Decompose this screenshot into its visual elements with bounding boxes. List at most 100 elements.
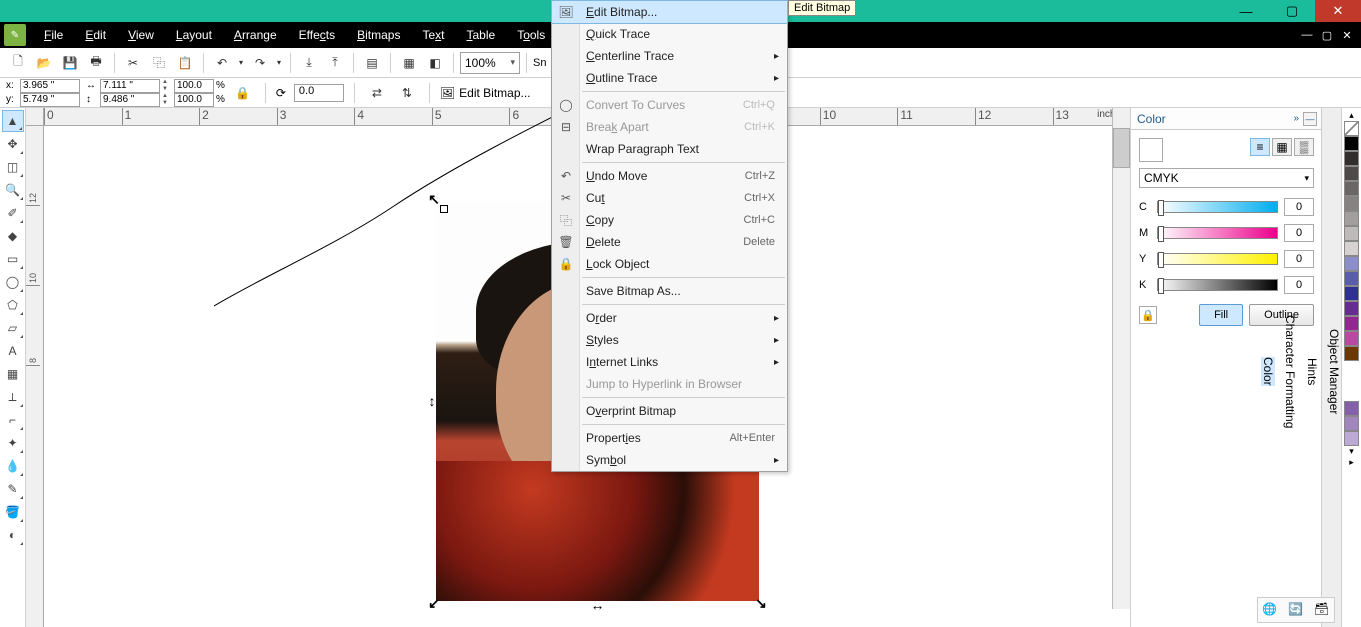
cm-delete[interactable]: 🗑DeleteDelete bbox=[552, 231, 787, 253]
menu-edit[interactable]: Edit bbox=[75, 24, 116, 46]
magenta-slider[interactable] bbox=[1157, 227, 1278, 239]
cm-symbol[interactable]: Symbol▸ bbox=[552, 449, 787, 471]
menu-layout[interactable]: Layout bbox=[166, 24, 222, 46]
width-spinner[interactable]: ▲▼ bbox=[162, 79, 168, 93]
undo-dropdown-icon[interactable]: ▾ bbox=[236, 51, 246, 75]
menu-table[interactable]: Table bbox=[457, 24, 506, 46]
height-input[interactable]: 9.486 " bbox=[100, 93, 160, 107]
docker-expand-icon[interactable]: » bbox=[1293, 113, 1299, 124]
ellipse-tool[interactable]: ◯ bbox=[2, 271, 24, 293]
shape-tool[interactable]: ✥ bbox=[2, 133, 24, 155]
menu-effects[interactable]: Effects bbox=[289, 24, 345, 46]
y-input[interactable]: 5.749 " bbox=[20, 93, 80, 107]
eyedropper-tool[interactable]: 💧 bbox=[2, 455, 24, 477]
cm-properties[interactable]: PropertiesAlt+Enter bbox=[552, 427, 787, 449]
swatch[interactable] bbox=[1344, 271, 1359, 286]
docker-collapse-button[interactable]: — bbox=[1303, 112, 1317, 126]
cyan-slider[interactable] bbox=[1157, 201, 1278, 213]
swatch[interactable] bbox=[1344, 226, 1359, 241]
handle-bottom-right[interactable]: ↘ bbox=[755, 597, 767, 609]
interactive-fill-tool[interactable]: ◐ bbox=[2, 524, 24, 546]
app-launcher-icon[interactable]: ▦ bbox=[397, 51, 421, 75]
magenta-value[interactable]: 0 bbox=[1284, 224, 1314, 242]
freehand-tool[interactable]: ✐ bbox=[2, 202, 24, 224]
menu-text[interactable]: Text bbox=[412, 24, 454, 46]
handle-left[interactable]: ↕ bbox=[426, 395, 438, 407]
menu-view[interactable]: View bbox=[118, 24, 164, 46]
redo-dropdown-icon[interactable]: ▾ bbox=[274, 51, 284, 75]
edit-bitmap-button[interactable]: 🖼 Edit Bitmap... bbox=[440, 86, 531, 100]
menu-tools[interactable]: Tools bbox=[507, 24, 555, 46]
black-slider[interactable] bbox=[1157, 279, 1278, 291]
mirror-v-icon[interactable]: ⇅ bbox=[395, 81, 419, 105]
cm-cut[interactable]: ✂CutCtrl+X bbox=[552, 187, 787, 209]
docker-header[interactable]: Color » — ✕ bbox=[1131, 108, 1341, 130]
tray-web-icon[interactable]: 🌐 bbox=[1262, 602, 1278, 618]
swatch[interactable] bbox=[1344, 301, 1359, 316]
cm-wrap-paragraph-text[interactable]: Wrap Paragraph Text bbox=[552, 138, 787, 160]
publish-pdf-icon[interactable]: ▤ bbox=[360, 51, 384, 75]
cm-copy[interactable]: ⿻CopyCtrl+C bbox=[552, 209, 787, 231]
import-icon[interactable]: ⤓ bbox=[297, 51, 321, 75]
welcome-icon[interactable]: ◧ bbox=[423, 51, 447, 75]
maximize-button[interactable]: ▢ bbox=[1269, 0, 1315, 22]
cm-internet-links[interactable]: Internet Links▸ bbox=[552, 351, 787, 373]
tab-hints[interactable]: Hints bbox=[1305, 358, 1319, 385]
height-spinner[interactable]: ▲▼ bbox=[162, 93, 168, 107]
width-input[interactable]: 7.111 " bbox=[100, 79, 160, 93]
palette-flyout-icon[interactable]: ▸ bbox=[1349, 457, 1354, 468]
mirror-h-icon[interactable]: ⇄ bbox=[365, 81, 389, 105]
swatch[interactable] bbox=[1344, 211, 1359, 226]
pick-tool[interactable]: ▲ bbox=[2, 110, 24, 132]
x-input[interactable]: 3.965 " bbox=[20, 79, 80, 93]
smart-fill-tool[interactable]: ◆ bbox=[2, 225, 24, 247]
undo-icon[interactable]: ↶ bbox=[210, 51, 234, 75]
tray-content-icon[interactable]: 🗃 bbox=[1314, 602, 1330, 618]
fill-tool[interactable]: 🪣 bbox=[2, 501, 24, 523]
color-lock-icon[interactable]: 🔒 bbox=[1139, 306, 1157, 324]
minimize-button[interactable]: — bbox=[1223, 0, 1269, 22]
text-tool[interactable]: A bbox=[2, 340, 24, 362]
paste-icon[interactable]: 📋 bbox=[173, 51, 197, 75]
tab-color[interactable]: Color bbox=[1261, 357, 1275, 386]
export-icon[interactable]: ⤒ bbox=[323, 51, 347, 75]
swatch[interactable] bbox=[1344, 166, 1359, 181]
table-tool[interactable]: ▦ bbox=[2, 363, 24, 385]
app-icon[interactable]: ✎ bbox=[4, 24, 26, 46]
tray-refresh-icon[interactable]: 🔄 bbox=[1288, 602, 1304, 618]
menu-file[interactable]: File bbox=[34, 24, 73, 46]
polygon-tool[interactable]: ⬠ bbox=[2, 294, 24, 316]
cm-outline-trace[interactable]: Outline Trace▸ bbox=[552, 67, 787, 89]
lock-ratio-icon[interactable]: 🔒 bbox=[231, 81, 255, 105]
swatch[interactable] bbox=[1344, 401, 1359, 416]
yellow-slider[interactable] bbox=[1157, 253, 1278, 265]
swatch[interactable] bbox=[1344, 181, 1359, 196]
swatch[interactable] bbox=[1344, 346, 1359, 361]
menu-arrange[interactable]: Arrange bbox=[224, 24, 287, 46]
redo-icon[interactable]: ↷ bbox=[248, 51, 272, 75]
swatch-black[interactable] bbox=[1344, 136, 1359, 151]
fill-button[interactable]: Fill bbox=[1199, 304, 1243, 326]
black-value[interactable]: 0 bbox=[1284, 276, 1314, 294]
doc-close-icon[interactable]: ✕ bbox=[1339, 29, 1355, 42]
swatch[interactable] bbox=[1344, 151, 1359, 166]
crop-tool[interactable]: ◫ bbox=[2, 156, 24, 178]
outline-tool[interactable]: ✎ bbox=[2, 478, 24, 500]
vertical-scrollbar[interactable] bbox=[1112, 108, 1130, 609]
cm-styles[interactable]: Styles▸ bbox=[552, 329, 787, 351]
swatch[interactable] bbox=[1344, 286, 1359, 301]
cm-undo-move[interactable]: ↶Undo MoveCtrl+Z bbox=[552, 165, 787, 187]
vertical-ruler[interactable]: 12108 bbox=[26, 126, 44, 627]
swatch[interactable] bbox=[1344, 241, 1359, 256]
doc-restore-icon[interactable]: ▢ bbox=[1319, 29, 1335, 42]
cut-icon[interactable]: ✂ bbox=[121, 51, 145, 75]
tab-character-formatting[interactable]: Character Formatting bbox=[1283, 315, 1297, 428]
cm-lock-object[interactable]: 🔒Lock Object bbox=[552, 253, 787, 275]
zoom-combo[interactable]: 100% bbox=[460, 52, 520, 74]
swatch-no-fill[interactable] bbox=[1344, 121, 1359, 136]
color-palettes-tab[interactable]: ▒ bbox=[1294, 138, 1314, 156]
swatch[interactable] bbox=[1344, 196, 1359, 211]
scale-y-input[interactable]: 100.0 bbox=[174, 93, 214, 107]
cm-quick-trace[interactable]: Quick Trace bbox=[552, 23, 787, 45]
save-icon[interactable]: 💾 bbox=[58, 51, 82, 75]
